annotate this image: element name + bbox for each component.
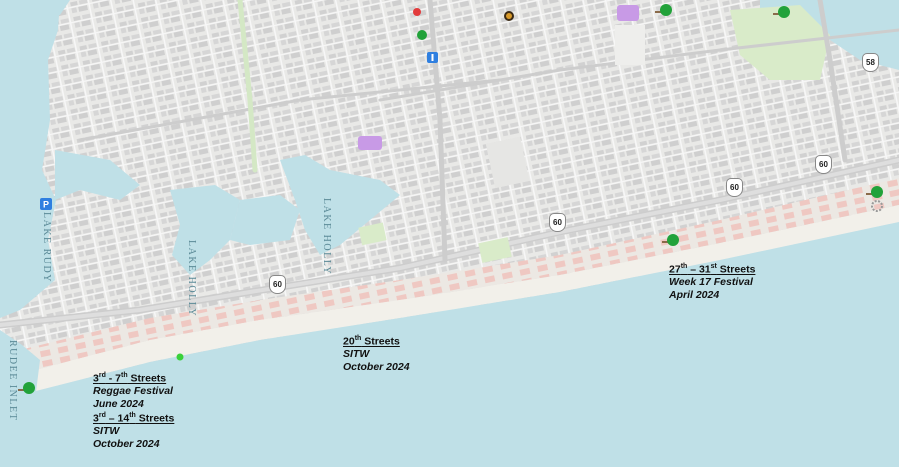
map-view[interactable]: LAKE RUDY LAKE HOLLY LAKE HOLLY RUDEE IN…: [0, 0, 899, 467]
event-label-week17: 27th – 31st Streets Week 17 Festival Apr…: [669, 261, 755, 301]
gear-icon[interactable]: [870, 199, 884, 213]
tree-icon[interactable]: [655, 2, 673, 20]
info-icon[interactable]: [427, 52, 438, 63]
event-label-reggae: 3rd - 7th Streets Reggae Festival June 2…: [93, 370, 174, 450]
event-streets: 3rd - 7th Streets: [93, 372, 167, 385]
route-shield: 58: [862, 53, 879, 72]
lake-holly-label-2: LAKE HOLLY: [321, 198, 332, 276]
green-dot-icon[interactable]: [175, 352, 185, 362]
event-date: October 2024: [343, 360, 410, 373]
event-streets: 20th Streets: [343, 335, 400, 348]
poi-marker-icon[interactable]: [503, 10, 515, 22]
route-shield: 60: [549, 213, 566, 232]
route-shield: 60: [815, 155, 832, 174]
svg-text:P: P: [43, 200, 49, 210]
tree-icon[interactable]: [18, 380, 36, 398]
event-date: June 2024: [93, 397, 144, 410]
rudee-inlet-label: RUDEE INLET: [7, 340, 18, 422]
event-date: April 2024: [669, 288, 720, 301]
event-name: Reggae Festival: [93, 385, 173, 397]
lake-holly-channel: [230, 195, 300, 245]
route-shield: 60: [726, 178, 743, 197]
lake-holly-label: LAKE HOLLY: [186, 240, 197, 318]
event-streets: 27th – 31st Streets: [669, 263, 756, 276]
building-marker-icon[interactable]: [617, 5, 639, 21]
event-name: SITW: [93, 425, 120, 437]
event-name: Week 17 Festival: [669, 276, 753, 288]
tree-icon[interactable]: [662, 232, 680, 250]
poi-marker-icon[interactable]: [412, 7, 422, 17]
parking-icon[interactable]: P: [40, 198, 52, 210]
event-date: October 2024: [93, 437, 160, 450]
tree-icon[interactable]: [415, 28, 429, 42]
plaza-block: [615, 25, 645, 65]
tree-icon[interactable]: [773, 4, 791, 22]
route-shield: 60: [269, 275, 286, 294]
event-streets: 3rd – 14th Streets: [93, 412, 175, 425]
lake-rudy-label: LAKE RUDY: [41, 212, 52, 283]
event-name: SITW: [343, 348, 370, 360]
building-marker-icon[interactable]: [358, 136, 382, 150]
event-label-sitw-20th: 20th Streets SITW October 2024: [343, 333, 410, 373]
